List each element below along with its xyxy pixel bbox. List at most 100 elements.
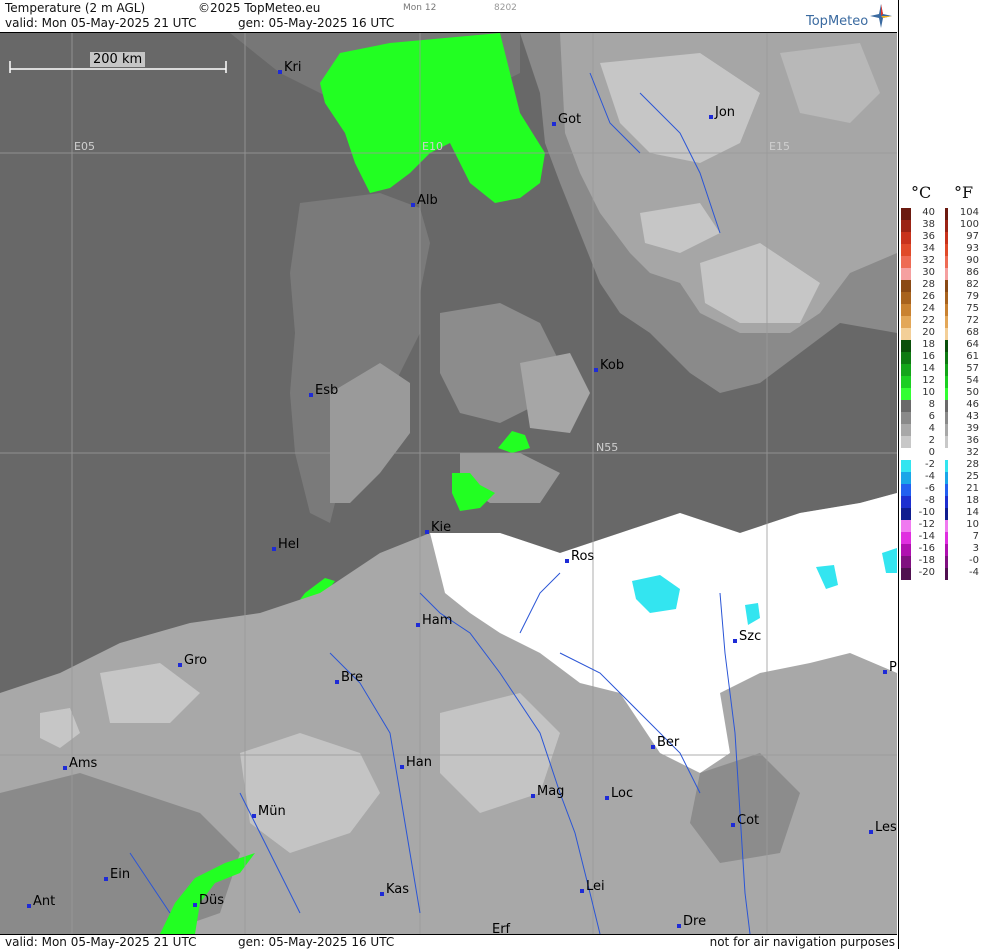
legend-swatch-f [945, 304, 948, 316]
legend-celsius-value: -10 [918, 507, 935, 518]
city-label[interactable]: Szc [733, 629, 761, 644]
legend-swatch-f [945, 340, 948, 352]
city-label[interactable]: Alb [411, 193, 438, 208]
generated-time: gen: 05-May-2025 16 UTC [238, 16, 395, 30]
legend-fahrenheit-value: 43 [966, 411, 979, 422]
legend-swatch-f [945, 472, 948, 484]
city-label[interactable]: Düs [193, 893, 224, 908]
city-label[interactable]: Hel [272, 537, 299, 552]
legend-fahrenheit-value: 82 [966, 279, 979, 290]
map-footer: valid: Mon 05-May-2025 21 UTC gen: 05-Ma… [0, 934, 897, 950]
legend-celsius-value: 8 [928, 399, 935, 410]
city-label[interactable]: P [883, 660, 897, 675]
legend-celsius-value: 16 [922, 351, 935, 362]
city-label[interactable]: Ham [416, 613, 452, 628]
legend-swatch [901, 532, 911, 544]
legend-celsius-value: 30 [922, 267, 935, 278]
legend-fahrenheit-value: 61 [966, 351, 979, 362]
city-label[interactable]: Ein [104, 867, 130, 882]
city-label[interactable]: Got [552, 112, 581, 127]
city-label[interactable]: Dre [677, 914, 706, 929]
brand-logo-text[interactable]: TopMeteo [806, 14, 868, 29]
legend-swatch-f [945, 388, 948, 400]
city-marker-icon [580, 888, 584, 893]
legend-fahrenheit-value: 18 [966, 495, 979, 506]
legend-celsius-value: -16 [918, 543, 935, 554]
city-label[interactable]: Kob [594, 358, 624, 373]
city-marker-icon [709, 114, 713, 119]
disclaimer: not for air navigation purposes [709, 935, 895, 949]
legend-celsius-value: -4 [925, 471, 935, 482]
legend-celsius-value: 2 [928, 435, 935, 446]
legend-swatch-f [945, 268, 948, 280]
legend-swatch [901, 340, 911, 352]
city-marker-icon [565, 558, 569, 563]
copyright: ©2025 TopMeteo.eu [198, 1, 321, 15]
legend-unit-fahrenheit: °F [954, 183, 974, 202]
city-marker-icon [731, 822, 735, 827]
legend-celsius-value: 12 [922, 375, 935, 386]
legend-swatch-f [945, 352, 948, 364]
legend-celsius-value: -2 [925, 459, 935, 470]
legend-fahrenheit-value: -4 [969, 567, 979, 578]
temperature-map[interactable]: 200 km E05 E10 E15 N55 Kri Got Jon Alb E… [0, 33, 897, 934]
legend-swatch [901, 304, 911, 316]
city-label[interactable]: Kie [425, 520, 451, 535]
city-label[interactable]: Erf [492, 922, 510, 934]
city-label[interactable]: Gro [178, 653, 207, 668]
legend-swatch [901, 520, 911, 532]
city-label[interactable]: Mag [531, 784, 564, 799]
city-marker-icon [27, 903, 31, 908]
city-label[interactable]: Ant [27, 894, 55, 909]
legend-swatch [901, 484, 911, 496]
legend-swatch-f [945, 520, 948, 532]
legend-swatch-f [945, 544, 948, 556]
legend-celsius-value: 6 [928, 411, 935, 422]
legend-swatch [901, 508, 911, 520]
forecast-tab[interactable]: Mon 12 [403, 3, 436, 13]
city-label[interactable]: Lei [580, 879, 605, 894]
legend-fahrenheit-value: -0 [969, 555, 979, 566]
legend-swatch-f [945, 244, 948, 256]
city-label[interactable]: Ros [565, 549, 594, 564]
city-label[interactable]: Mün [252, 804, 286, 819]
legend-celsius-value: 24 [922, 303, 935, 314]
city-label[interactable]: Kas [380, 882, 409, 897]
legend-celsius-value: -18 [918, 555, 935, 566]
scale-label: 200 km [90, 52, 146, 67]
city-label[interactable]: Les [869, 820, 897, 835]
legend-swatch-f [945, 280, 948, 292]
legend-row: -20 -4 [899, 567, 989, 580]
legend-fahrenheit-value: 10 [966, 519, 979, 530]
city-label[interactable]: Kri [278, 60, 301, 75]
compass-star-icon [870, 4, 892, 28]
legend-fahrenheit-value: 104 [959, 207, 979, 218]
legend-celsius-value: 14 [922, 363, 935, 374]
city-marker-icon [531, 793, 535, 798]
city-marker-icon [335, 679, 339, 684]
city-label[interactable]: Ams [63, 756, 97, 771]
legend-unit-celsius: °C [911, 183, 932, 202]
legend-swatch [901, 208, 911, 220]
legend-celsius-value: 32 [922, 255, 935, 266]
legend-swatch [901, 352, 911, 364]
city-label[interactable]: Ber [651, 735, 679, 750]
grid-label-e05: E05 [74, 140, 95, 153]
legend-fahrenheit-value: 64 [966, 339, 979, 350]
legend-celsius-value: -14 [918, 531, 935, 542]
city-label[interactable]: Han [400, 755, 432, 770]
legend-celsius-value: 34 [922, 243, 935, 254]
city-label[interactable]: Cot [731, 813, 759, 828]
city-marker-icon [605, 795, 609, 800]
legend-fahrenheit-value: 32 [966, 447, 979, 458]
legend-celsius-value: 10 [922, 387, 935, 398]
city-label[interactable]: Jon [709, 105, 735, 120]
city-label[interactable]: Loc [605, 786, 633, 801]
legend-fahrenheit-value: 100 [959, 219, 979, 230]
legend-swatch [901, 232, 911, 244]
legend-swatch-f [945, 556, 948, 568]
city-label[interactable]: Esb [309, 383, 338, 398]
run-code: 8202 [494, 3, 517, 13]
legend-swatch-f [945, 220, 948, 232]
city-label[interactable]: Bre [335, 670, 363, 685]
